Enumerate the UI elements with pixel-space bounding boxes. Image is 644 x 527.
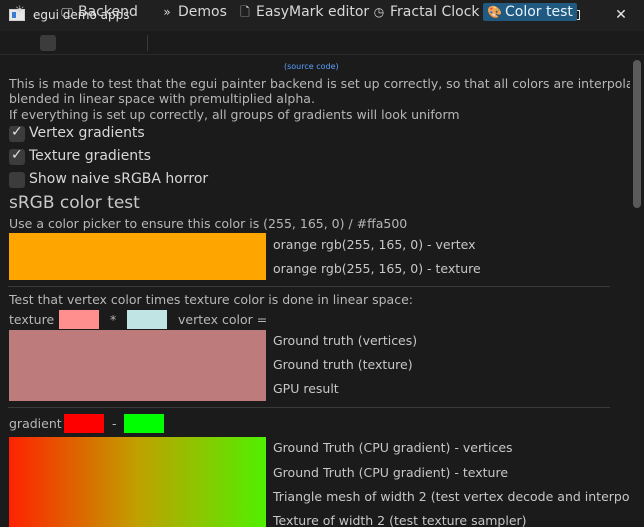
texture-color-swatch[interactable] (59, 310, 99, 329)
cpu-vertices-label: Ground Truth (CPU gradient) - vertices (273, 440, 513, 455)
top-menu-bar (0, 31, 644, 55)
ground-truth-vertices-label: Ground truth (vertices) (273, 333, 418, 348)
monitor-icon: 🖵 (61, 5, 73, 19)
section-divider-2 (8, 407, 610, 408)
product-swatch (9, 330, 266, 401)
tab-fractal-clock[interactable]: ◷ Fractal Clock (372, 3, 480, 21)
backend-label: Backend (78, 4, 138, 20)
section-divider (8, 286, 610, 287)
cpu-texture-label: Ground Truth (CPU gradient) - texture (273, 465, 509, 480)
naive-srgba-label[interactable]: Show naive sRGBA horror (29, 171, 208, 187)
intro-text-line1: This is made to test that the egui paint… (9, 76, 630, 91)
tab-colortest-label: Color test (505, 4, 573, 20)
vertex-gradients-checkbox[interactable] (9, 124, 25, 142)
close-icon: ✕ (615, 7, 627, 23)
texture-gradients-checkbox[interactable] (9, 147, 25, 165)
tab-easymark-label: EasyMark editor (256, 4, 370, 20)
backend-checkbox[interactable] (40, 35, 56, 51)
triangle-mesh-label: Triangle mesh of width 2 (test vertex de… (273, 489, 630, 504)
times-symbol: * (110, 312, 117, 327)
gpu-result-label: GPU result (273, 381, 339, 396)
srgb-hint: Use a color picker to ensure this color … (9, 216, 408, 231)
close-button[interactable]: ✕ (598, 0, 644, 31)
ground-truth-texture-label: Ground truth (texture) (273, 357, 413, 372)
menu-separator (147, 35, 148, 51)
vertex-color-label: vertex color = (178, 312, 268, 327)
tab-demos-label: Demos (178, 4, 227, 20)
srgb-heading: sRGB color test (9, 193, 140, 213)
tab-demos[interactable]: » Demos (160, 3, 227, 21)
tab-easymark-editor[interactable]: 🗋 EasyMark editor (238, 3, 369, 21)
palette-icon: 🎨 (487, 5, 502, 19)
tab-color-test[interactable]: 🎨 Color test (483, 3, 577, 21)
cpu-gradient-swatch (9, 437, 266, 527)
source-code-link[interactable]: (source code) (284, 62, 339, 71)
vertex-color-swatch[interactable] (127, 310, 167, 329)
gradient-label: gradient (9, 416, 62, 431)
backend-toggle[interactable]: 🖵 Backend (60, 3, 138, 21)
texture-gradients-label[interactable]: Texture gradients (29, 148, 151, 164)
tab-fractal-label: Fractal Clock (390, 4, 480, 20)
gradient-start-swatch[interactable] (64, 414, 104, 433)
gradient-end-swatch[interactable] (124, 414, 164, 433)
texture-width-label: Texture of width 2 (test texture sampler… (273, 513, 527, 527)
document-icon: 🗋 (240, 5, 250, 19)
intro-text-line2: blended in linear space with premultipli… (9, 91, 315, 106)
sun-icon: ☀ (14, 4, 26, 19)
orange-texture-label: orange rgb(255, 165, 0) - texture (273, 261, 481, 276)
theme-toggle-button[interactable]: ☀ (14, 3, 26, 21)
naive-srgba-checkbox[interactable] (9, 172, 25, 188)
linear-test-text: Test that vertex color times texture col… (9, 292, 413, 307)
texture-label: texture (9, 312, 55, 327)
orange-swatch (9, 233, 266, 280)
clock-icon: ◷ (373, 5, 385, 19)
gradient-dash: - (112, 416, 117, 431)
scrollbar-thumb[interactable] (633, 60, 641, 208)
orange-vertex-label: orange rgb(255, 165, 0) - vertex (273, 237, 476, 252)
vertex-gradients-label[interactable]: Vertex gradients (29, 125, 145, 141)
chevrons-icon: » (163, 5, 171, 19)
intro-text-line3: If everything is set up correctly, all g… (9, 107, 460, 122)
color-test-panel: (source code) This is made to test that … (0, 55, 630, 527)
